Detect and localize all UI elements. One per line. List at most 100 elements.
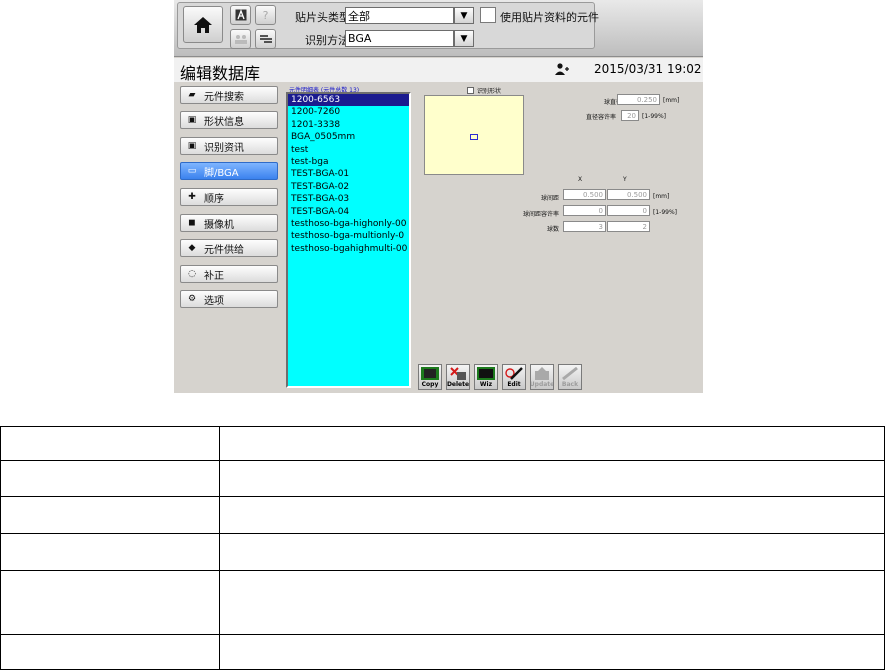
table-row: [0, 634, 885, 670]
menu-item-label: 摄像机: [204, 219, 234, 231]
table-row: [0, 496, 885, 534]
list-item[interactable]: TEST-BGA-01: [288, 168, 409, 180]
recognition-icon: ▣: [187, 141, 197, 151]
list-item[interactable]: TEST-BGA-02: [288, 181, 409, 193]
action-label: Copy: [421, 381, 439, 388]
ball-count-y-field[interactable]: 2: [607, 221, 650, 232]
menu-item-camera[interactable]: ◼ 摄像机: [180, 214, 278, 232]
menu-item-order[interactable]: ✚ 顺序: [180, 188, 278, 206]
table-cell: [0, 496, 220, 534]
recognition-method-dropdown[interactable]: ▼: [454, 30, 474, 47]
bga-icon: ▭: [187, 166, 197, 176]
top-toolbar: ? 贴片头类型 全部 ▼ 使用贴片资料的元件 识别方法 BGA ▼: [174, 0, 703, 57]
recognition-method-select[interactable]: BGA: [345, 30, 454, 47]
home-icon: [194, 16, 212, 33]
help-button[interactable]: ?: [255, 5, 276, 25]
list-item[interactable]: BGA_0505mm: [288, 131, 409, 143]
ball-diameter-field[interactable]: 0.250: [617, 94, 660, 105]
ball-pitch-label: 球间距: [540, 195, 559, 202]
ball-count-x-field[interactable]: 3: [563, 221, 606, 232]
table-cell: [219, 570, 885, 635]
nozzle-type-label: 贴片头类型: [295, 11, 350, 24]
table-cell: [219, 460, 885, 497]
ball-pitch-unit: [mm]: [653, 193, 670, 200]
edit-icon: [505, 367, 523, 380]
options-icon: ⚙: [187, 294, 197, 304]
nozzle-type-dropdown[interactable]: ▼: [454, 7, 474, 24]
edit-button[interactable]: Edit: [502, 364, 526, 390]
datetime: 2015/03/31 19:02: [594, 62, 702, 76]
menu-item-bga[interactable]: ▭ 脚/BGA: [180, 162, 278, 180]
use-part-data-checkbox[interactable]: [480, 7, 496, 23]
search-icon: ▰: [188, 90, 196, 100]
table-cell: [0, 533, 220, 571]
diameter-tolerance-field[interactable]: 20: [621, 110, 639, 121]
copy-button[interactable]: Copy: [418, 364, 442, 390]
menu-item-correction[interactable]: ◌ 补正: [180, 265, 278, 283]
menu-item-label: 选项: [204, 295, 224, 307]
list-item[interactable]: 1201-3338: [288, 119, 409, 131]
table-cell: [0, 570, 220, 635]
delete-button[interactable]: Delete: [446, 364, 470, 390]
pitch-tolerance-y-field[interactable]: 0: [607, 205, 650, 216]
home-button[interactable]: [183, 6, 223, 43]
user-group-button[interactable]: [230, 29, 251, 49]
nozzle-type-select[interactable]: 全部: [345, 7, 454, 24]
table-row: [0, 426, 885, 461]
back-icon: [562, 367, 578, 380]
action-label: Update: [530, 381, 554, 388]
list-item[interactable]: TEST-BGA-04: [288, 206, 409, 218]
menu-item-recognition-info[interactable]: ▣ 识别资讯: [180, 137, 278, 155]
menu-item-label: 元件搜索: [204, 91, 244, 103]
ball-pitch-y-field[interactable]: 0.500: [607, 189, 650, 200]
parts-list[interactable]: 1200-6563 1200-7260 1201-3338 BGA_0505mm…: [286, 92, 411, 388]
user-group-icon: [234, 35, 247, 44]
table-cell: [0, 634, 220, 670]
pitch-tolerance-unit: [1-99%]: [653, 209, 677, 216]
list-item[interactable]: 1200-7260: [288, 106, 409, 118]
menu-item-shape-info[interactable]: ▣ 形状信息: [180, 111, 278, 129]
back-button[interactable]: Back: [558, 364, 582, 390]
menu-item-options[interactable]: ⚙ 选项: [180, 290, 278, 308]
chevron-down-icon: ▼: [460, 10, 468, 21]
list-item[interactable]: testhoso-bgahighmulti-00: [288, 243, 409, 255]
table-cell: [219, 634, 885, 670]
update-button[interactable]: Update: [530, 364, 554, 390]
menu-item-part-search[interactable]: ▰ 元件搜索: [180, 86, 278, 104]
document-table: [0, 426, 885, 670]
feeder-icon: ◆: [188, 243, 196, 253]
ball-pitch-x-field[interactable]: 0.500: [563, 189, 606, 200]
chevron-down-icon: ▼: [460, 33, 468, 44]
list-item[interactable]: testhoso-bga-highonly-00: [288, 218, 409, 230]
pitch-tolerance-x-field[interactable]: 0: [563, 205, 606, 216]
tool-button[interactable]: [255, 29, 276, 49]
shape-recognition-checkbox[interactable]: 识别形状: [467, 86, 501, 95]
column-y-header: Y: [623, 176, 627, 183]
app-screen: ? 贴片头类型 全部 ▼ 使用贴片资料的元件 识别方法 BGA ▼ 编辑数据库: [174, 0, 703, 393]
diameter-tolerance-label: 直径容许率: [585, 114, 616, 121]
update-icon: [535, 367, 549, 380]
correction-icon: ◌: [188, 269, 196, 279]
a-button[interactable]: [230, 5, 251, 25]
table-cell: [219, 426, 885, 461]
bga-preview: [424, 95, 524, 175]
list-item[interactable]: testhoso-bga-multionly-0: [288, 230, 409, 242]
delete-icon: [450, 367, 466, 380]
list-item[interactable]: test-bga: [288, 156, 409, 168]
table-row: [0, 533, 885, 571]
action-label: Back: [561, 381, 579, 388]
page-title: 编辑数据库: [180, 64, 261, 83]
action-label: Wiz: [479, 381, 493, 388]
order-icon: ✚: [188, 192, 196, 202]
list-item[interactable]: TEST-BGA-03: [288, 193, 409, 205]
table-cell: [219, 496, 885, 534]
wizard-button[interactable]: Wiz: [474, 364, 498, 390]
list-item[interactable]: 1200-6563: [288, 94, 409, 107]
ball-diameter-label: 球直径: [603, 99, 622, 106]
action-label: Edit: [507, 381, 521, 388]
menu-item-label: 识别资讯: [204, 142, 244, 154]
list-item[interactable]: test: [288, 144, 409, 156]
menu-item-label: 元件供给: [204, 244, 244, 256]
table-cell: [219, 533, 885, 571]
menu-item-feeder[interactable]: ◆ 元件供给: [180, 239, 278, 257]
